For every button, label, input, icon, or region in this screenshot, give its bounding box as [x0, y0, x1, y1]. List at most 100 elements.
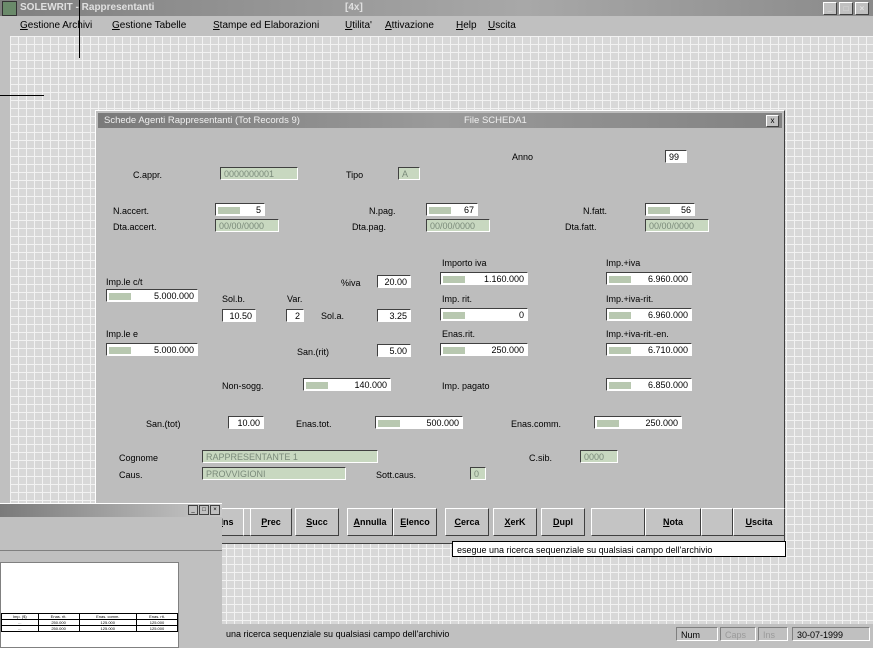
importoiva-label: Importo iva — [442, 258, 487, 268]
imppagato-label: Imp. pagato — [442, 381, 490, 391]
naccert-label: N.accert. — [113, 206, 150, 216]
dialog-close-icon[interactable]: x — [766, 115, 779, 127]
npag-field[interactable]: 67 — [426, 203, 478, 216]
preview-cell: 250.000 — [37, 625, 80, 632]
enasrit-label: Enas.rit. — [442, 329, 476, 339]
imple-field[interactable]: 5.000.000 — [106, 343, 198, 356]
uscita-button[interactable]: Uscita — [733, 508, 785, 536]
impivariten-label: Imp.+iva-rit.-en. — [606, 329, 669, 339]
imponibile-field[interactable]: 5.000.000 — [106, 289, 198, 302]
imprit-field[interactable]: 0 — [440, 308, 528, 321]
preview-page: Imp. ($) Enas. rit. Enas. comm. Enas. ri… — [0, 562, 179, 648]
sottcaus-label: Sott.caus. — [376, 470, 417, 480]
importoiva-field[interactable]: 1.160.000 — [440, 272, 528, 285]
nota-button[interactable]: Nota — [645, 508, 701, 536]
menu-gestione-archivi[interactable]: Gestione Archivi — [20, 17, 92, 35]
impiva-field[interactable]: 6.960.000 — [606, 272, 692, 285]
nfatt-label: N.fatt. — [583, 206, 608, 216]
preview-window-controls: _ □ × — [188, 505, 220, 515]
status-num: Num — [676, 627, 718, 641]
preview-toolbar — [0, 518, 222, 551]
impiva-label: Imp.+iva — [606, 258, 641, 268]
prec-button[interactable]: Prec — [250, 508, 292, 536]
dtaaccert-label: Dta.accert. — [113, 222, 157, 232]
cappr-label: C.appr. — [133, 170, 163, 180]
annulla-button[interactable]: Annulla — [347, 508, 393, 536]
schede-agenti-dialog: Schede Agenti Rappresentanti (Tot Record… — [95, 110, 785, 544]
preview-cell: 125.000 — [78, 625, 138, 632]
dupl-button[interactable]: Dupl — [541, 508, 585, 536]
npag-label: N.pag. — [369, 206, 396, 216]
succ-button[interactable]: Succ — [295, 508, 339, 536]
cappr-field[interactable]: 0000000001 — [220, 167, 298, 180]
tipo-field[interactable]: A — [398, 167, 420, 180]
impivariten-field[interactable]: 6.710.000 — [606, 343, 692, 356]
preview-minimize-icon[interactable]: _ — [188, 505, 198, 515]
anno-field[interactable]: 99 — [665, 150, 687, 163]
enascomm-label: Enas.comm. — [511, 419, 562, 429]
imppagato-field[interactable]: 6.850.000 — [606, 378, 692, 391]
iva-label: %iva — [341, 278, 361, 288]
iva-field[interactable]: 20.00 — [377, 275, 411, 288]
tipo-label: Tipo — [346, 170, 364, 180]
impivarit-field[interactable]: 6.960.000 — [606, 308, 692, 321]
var-field[interactable]: 2 — [286, 309, 304, 322]
elenco-button[interactable]: Elenco — [393, 508, 437, 536]
table-row: ... 250.000 125.000 125.000 — [1, 625, 178, 632]
enastot-field[interactable]: 500.000 — [375, 416, 463, 429]
menu-uscita[interactable]: Uscita — [488, 17, 516, 35]
main-window-mode: [4x] — [345, 2, 363, 13]
minimize-icon[interactable]: _ — [823, 2, 837, 15]
solta-field[interactable]: 3.25 — [377, 309, 411, 322]
nfatt-field[interactable]: 56 — [645, 203, 695, 216]
naccert-field[interactable]: 5 — [215, 203, 265, 216]
app-icon[interactable] — [2, 1, 17, 16]
cognome-field[interactable]: RAPPRESENTANTE 1 — [202, 450, 378, 463]
main-window-title: SOLEWRIT - Rappresentanti — [20, 2, 155, 13]
cerca-button[interactable]: Cerca — [445, 508, 489, 536]
caus-field[interactable]: PROVVIGIONI — [202, 467, 346, 480]
csib-field[interactable]: 0000 — [580, 450, 618, 463]
empty-button-1[interactable] — [591, 508, 645, 536]
sanrit-label: San.(rit) — [297, 347, 330, 357]
santot-label: San.(tot) — [146, 419, 181, 429]
status-message: una ricerca sequenziale su qualsiasi cam… — [226, 629, 450, 639]
menu-help[interactable]: Help — [456, 17, 477, 35]
preview-maximize-icon[interactable]: □ — [199, 505, 209, 515]
dtapag-field[interactable]: 00/00/0000 — [426, 219, 490, 232]
main-window: SOLEWRIT - Rappresentanti [4x] _ □ × Ges… — [0, 0, 873, 648]
imponibile-label: Imp.le c/t — [106, 277, 143, 287]
preview-close-icon[interactable]: × — [210, 505, 220, 515]
nonsogg-field[interactable]: 140.000 — [303, 378, 391, 391]
empty-button-2[interactable] — [701, 508, 733, 536]
enasrit-field[interactable]: 250.000 — [440, 343, 528, 356]
cerca-tooltip: esegue una ricerca sequenziale su qualsi… — [452, 541, 786, 557]
enascomm-field[interactable]: 250.000 — [594, 416, 682, 429]
status-date: 30-07-1999 — [792, 627, 870, 641]
preview-title-bar: _ □ × — [0, 504, 222, 517]
menu-bar: Gestione Archivi Gestione Tabelle Stampe… — [0, 17, 873, 35]
enastot-label: Enas.tot. — [296, 419, 332, 429]
caus-label: Caus. — [119, 470, 143, 480]
menu-gestione-tabelle[interactable]: Gestione Tabelle — [112, 17, 186, 35]
sottcaus-field[interactable]: 0 — [470, 467, 486, 480]
sanrit-field[interactable]: 5.00 — [377, 344, 411, 357]
menu-utilita[interactable]: Utilita' — [345, 17, 372, 35]
soltb-field[interactable]: 10.50 — [222, 309, 256, 322]
santot-field[interactable]: 10.00 — [228, 416, 264, 429]
dtaaccert-field[interactable]: 00/00/0000 — [215, 219, 279, 232]
status-caps: Caps — [720, 627, 756, 641]
maximize-icon[interactable]: □ — [839, 2, 853, 15]
dtapag-label: Dta.pag. — [352, 222, 387, 232]
dtafatt-field[interactable]: 00/00/0000 — [645, 219, 709, 232]
xerk-button[interactable]: XerK — [493, 508, 537, 536]
menu-stampe-elaborazioni[interactable]: Stampe ed Elaborazioni — [213, 17, 319, 35]
impivarit-label: Imp.+iva-rit. — [606, 294, 654, 304]
preview-table: Imp. ($) Enas. rit. Enas. comm. Enas. ri… — [1, 613, 178, 632]
nonsogg-label: Non-sogg. — [222, 381, 264, 391]
menu-attivazione[interactable]: Attivazione — [385, 17, 434, 35]
var-label: Var. — [287, 294, 303, 304]
close-icon[interactable]: × — [855, 2, 869, 15]
preview-cell: 125.000 — [136, 625, 178, 632]
main-title-bar: SOLEWRIT - Rappresentanti [4x] _ □ × — [0, 0, 873, 16]
